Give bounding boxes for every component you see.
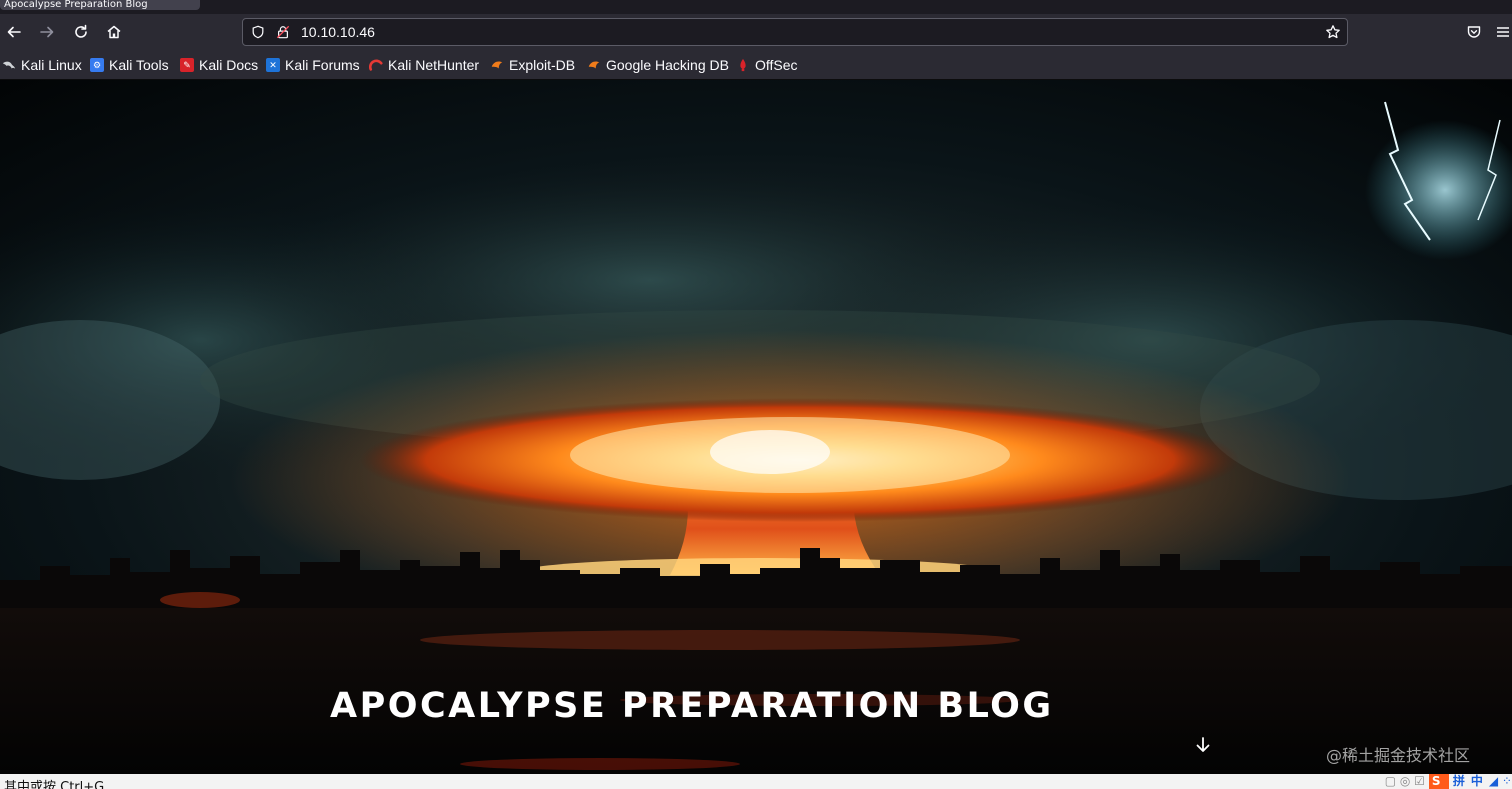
chinese-mode-indicator[interactable]: 中 bbox=[1471, 774, 1485, 789]
nethunter-icon bbox=[369, 58, 383, 72]
watermark: @稀土掘金技术社区 bbox=[1326, 746, 1471, 765]
arrow-right-icon bbox=[40, 26, 54, 38]
pocket-icon bbox=[1467, 26, 1481, 38]
home-icon bbox=[107, 25, 121, 39]
browser-tab[interactable]: Apocalypse Preparation Blog bbox=[0, 0, 200, 10]
bookmark-label: Kali NetHunter bbox=[388, 57, 480, 73]
blog-title: APOCALYPSE PREPARATION BLOG bbox=[330, 686, 1054, 726]
home-button[interactable] bbox=[100, 18, 128, 46]
navigation-toolbar: 10.10.10.46 bbox=[0, 14, 1512, 50]
input-method-logo[interactable]: S bbox=[1428, 774, 1449, 789]
url-bar[interactable]: 10.10.10.46 bbox=[242, 18, 1348, 46]
tab-strip: Apocalypse Preparation Blog bbox=[0, 0, 1512, 14]
tray-settings-icon[interactable]: ◢ ⁘ bbox=[1489, 774, 1512, 789]
bookmark-label: Kali Docs bbox=[199, 57, 259, 73]
bookmark-kali-nethunter[interactable]: Kali NetHunter bbox=[369, 54, 479, 76]
bookmark-kali-linux[interactable]: Kali Linux bbox=[2, 54, 82, 76]
ghdb-icon bbox=[587, 58, 601, 72]
kali-docs-icon: ✎ bbox=[180, 58, 194, 72]
shield-icon[interactable] bbox=[250, 24, 266, 40]
scroll-down-button[interactable] bbox=[1194, 736, 1212, 754]
status-text: 其中或按 Ctrl+G bbox=[4, 780, 105, 789]
bookmark-exploit-db[interactable]: Exploit-DB bbox=[490, 54, 575, 76]
tray-icons[interactable]: ▢ ◎ ☑ bbox=[1385, 774, 1425, 789]
bookmark-google-hacking-db[interactable]: Google Hacking DB bbox=[587, 54, 729, 76]
offsec-icon bbox=[736, 58, 750, 72]
forward-button[interactable] bbox=[33, 18, 61, 46]
bookmark-label: OffSec bbox=[755, 57, 798, 73]
bookmark-star-icon[interactable] bbox=[1325, 24, 1341, 40]
hamburger-menu-icon bbox=[1497, 27, 1509, 37]
bookmark-offsec[interactable]: OffSec bbox=[736, 54, 798, 76]
menu-button[interactable] bbox=[1494, 18, 1512, 46]
reload-icon bbox=[75, 24, 87, 38]
bookmark-kali-tools[interactable]: ⚙ Kali Tools bbox=[90, 54, 169, 76]
bookmark-label: Exploit-DB bbox=[509, 57, 576, 73]
url-text[interactable]: 10.10.10.46 bbox=[301, 19, 375, 45]
arrow-down-icon bbox=[1196, 737, 1210, 752]
kali-dragon-icon bbox=[2, 58, 16, 72]
pocket-button[interactable] bbox=[1460, 18, 1488, 46]
pinyin-indicator[interactable]: 拼 bbox=[1453, 774, 1467, 789]
bookmark-kali-forums[interactable]: ✕ Kali Forums bbox=[266, 54, 360, 76]
lock-insecure-icon[interactable] bbox=[275, 24, 291, 40]
reload-button[interactable] bbox=[67, 18, 95, 46]
arrow-left-icon bbox=[7, 26, 21, 38]
bookmark-label: Kali Tools bbox=[109, 57, 169, 73]
kali-forums-icon: ✕ bbox=[266, 58, 280, 72]
hero-banner: APOCALYPSE PREPARATION BLOG @稀土掘金技术社区 bbox=[0, 80, 1512, 774]
system-tray: ▢ ◎ ☑ S 拼 中 ◢ ⁘ bbox=[1381, 774, 1512, 789]
bookmark-kali-docs[interactable]: ✎ Kali Docs bbox=[180, 54, 258, 76]
bookmarks-toolbar: Kali Linux ⚙ Kali Tools ✎ Kali Docs ✕ Ka… bbox=[0, 50, 1512, 80]
tab-title: Apocalypse Preparation Blog bbox=[4, 0, 148, 10]
bookmark-label: Google Hacking DB bbox=[606, 57, 729, 73]
back-button[interactable] bbox=[0, 18, 28, 46]
bookmark-label: Kali Forums bbox=[285, 57, 360, 73]
mushroom-cloud-background-image bbox=[0, 80, 1512, 774]
bookmark-label: Kali Linux bbox=[21, 57, 82, 73]
status-bar: 其中或按 Ctrl+G ▢ ◎ ☑ S 拼 中 ◢ ⁘ bbox=[0, 774, 1512, 789]
kali-tools-icon: ⚙ bbox=[90, 58, 104, 72]
exploit-db-icon bbox=[490, 58, 504, 72]
